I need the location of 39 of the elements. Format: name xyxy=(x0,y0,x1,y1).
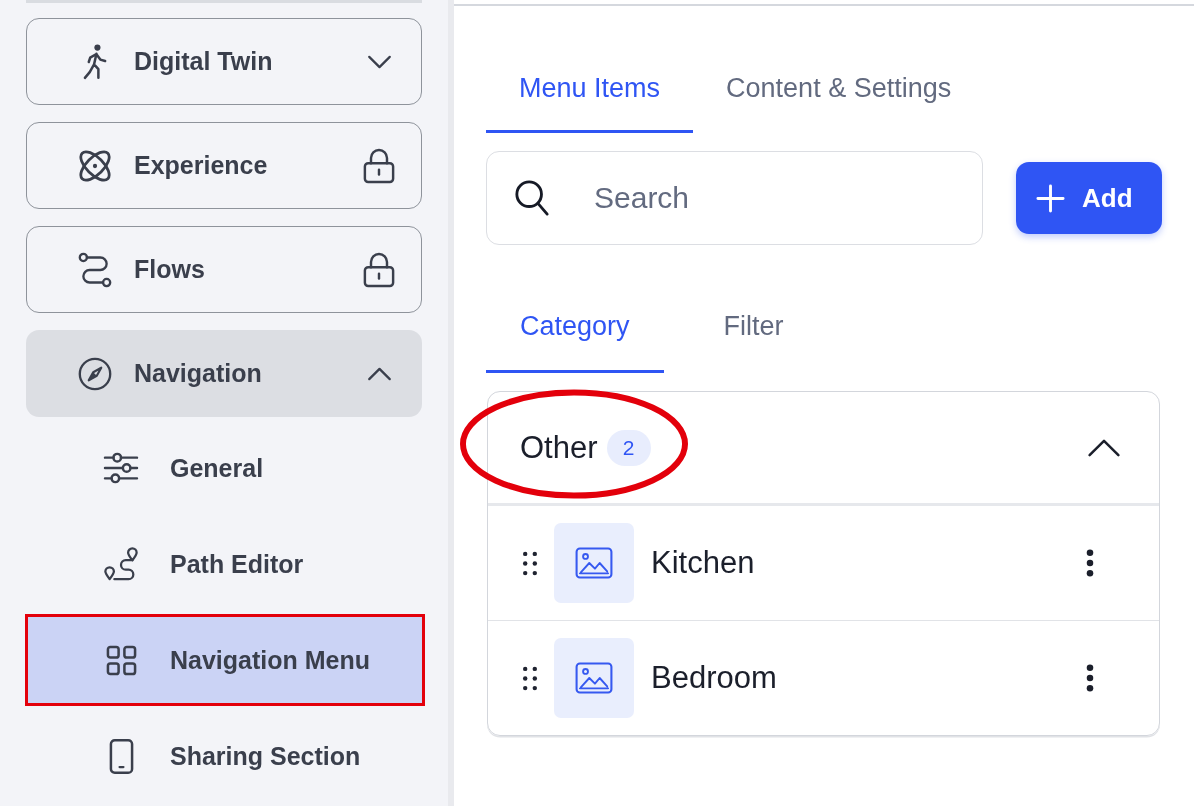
search-icon xyxy=(514,179,550,217)
map-route-icon xyxy=(103,546,139,582)
sliders-icon xyxy=(103,452,139,484)
route-icon xyxy=(78,251,112,288)
lock-icon xyxy=(363,147,395,184)
menu-item-label: Bedroom xyxy=(651,660,777,696)
compass-icon xyxy=(78,355,112,392)
sidebar-item[interactable]: Experience xyxy=(26,122,422,209)
sidebar-subitem[interactable]: Sharing Section xyxy=(28,713,422,799)
sidebar-item[interactable]: Digital Twin xyxy=(26,18,422,105)
menu-item-label: Kitchen xyxy=(651,545,755,581)
sidebar-subitem[interactable]: General xyxy=(28,425,422,511)
more-options-icon[interactable] xyxy=(1086,549,1094,577)
drag-handle-icon[interactable] xyxy=(522,550,538,576)
phone-icon xyxy=(108,737,134,775)
plus-icon xyxy=(1035,182,1066,214)
image-placeholder-icon xyxy=(554,638,634,718)
walking-person-icon xyxy=(82,43,108,80)
chevron-up-icon xyxy=(367,366,392,381)
add-button[interactable]: Add xyxy=(1016,162,1162,234)
grid-icon xyxy=(105,644,137,676)
sidebar-item[interactable]: Navigation xyxy=(26,330,422,417)
lock-icon xyxy=(363,251,395,288)
search-field[interactable]: Search xyxy=(486,151,983,245)
sidebar-subitem[interactable]: Navigation Menu xyxy=(28,617,422,703)
image-placeholder-icon xyxy=(554,523,634,603)
view-tab[interactable]: Filter xyxy=(689,282,818,373)
chevron-up-icon[interactable] xyxy=(1087,438,1121,457)
chevron-down-icon xyxy=(367,54,392,69)
item-count-badge: 2 xyxy=(606,429,651,466)
more-options-icon[interactable] xyxy=(1086,664,1094,692)
sidebar-subitem[interactable]: Path Editor xyxy=(28,521,422,607)
view-tab[interactable]: Category xyxy=(486,282,664,373)
drag-handle-icon[interactable] xyxy=(522,665,538,691)
atom-icon xyxy=(79,149,111,182)
tab[interactable]: Content & Settings xyxy=(693,44,985,133)
tab[interactable]: Menu Items xyxy=(486,44,694,133)
category-title: Other xyxy=(520,429,598,466)
sidebar-item[interactable]: Flows xyxy=(26,226,422,313)
